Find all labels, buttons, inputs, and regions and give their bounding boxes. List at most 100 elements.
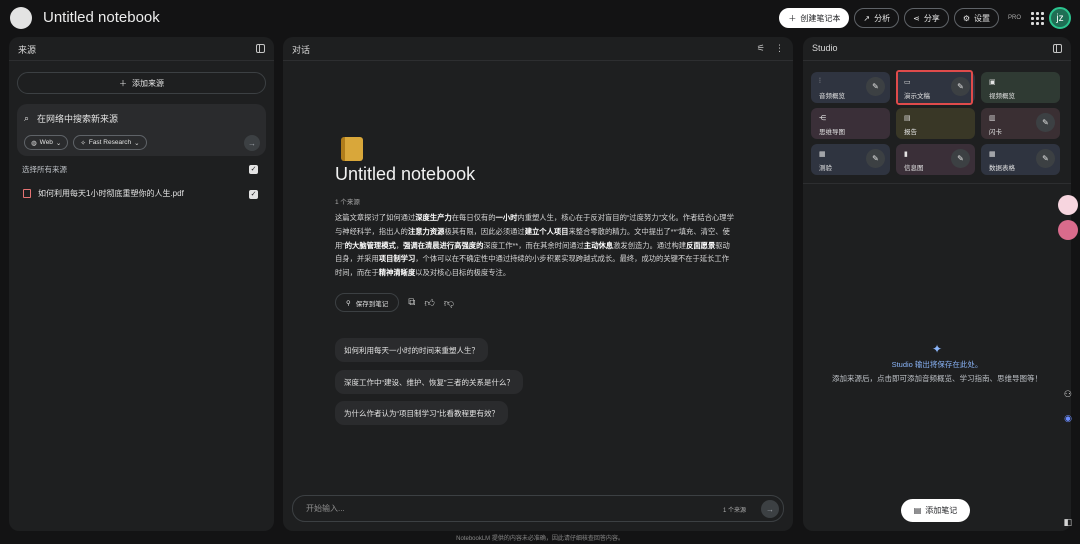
search-input[interactable]: 在网络中搜索新来源 [37,112,118,125]
suggested-question[interactable]: 深度工作中“建设、维护、恢复”三者的关系是什么？ [335,370,523,394]
top-bar: Untitled notebook ＋ 创建笔记本 ↗ 分析 ⋖ 分享 ⚙ 设置… [0,0,1080,36]
suggested-question[interactable]: 如何利用每天一小时的时间来重塑人生？ [335,338,488,362]
edit-pencil-icon[interactable]: ✎ [951,149,970,168]
avatar[interactable]: jz [1049,7,1071,29]
pdf-icon [23,189,31,198]
add-note-button[interactable]: ▤ 添加笔记 [901,499,970,522]
studio-tile[interactable]: ▮ 信息图 ✎ [896,144,975,175]
edit-pencil-icon[interactable]: ✎ [866,77,885,96]
studio-tile[interactable]: ⋲ 思维导图 [811,108,890,139]
pin-icon: ⚲ [346,299,351,307]
studio-tile-label: 报告 [904,129,917,136]
sources-panel: 来源 ＋ 添加来源 ⌕ 在网络中搜索新来源 ◍ Web ⌄ ✧ Fast Res… [9,37,274,531]
notebooklm-logo-icon[interactable] [10,7,32,29]
add-source-label: 添加来源 [132,78,164,88]
chevron-down-icon: ⌄ [134,139,140,147]
thumbs-down-icon[interactable]: 👎︎ [444,297,454,309]
chat-panel: 对话 ⚟ ⋮ Untitled notebook 1 个来源 这篇文章探讨了如何… [283,37,793,531]
studio-tile[interactable]: ▣ 视频概览 [981,72,1060,103]
gear-icon: ⚙ [962,13,970,23]
notebook-heading: Untitled notebook [335,164,476,184]
flashcard-icon: ▥ [989,115,996,122]
studio-tile[interactable]: ⫶ 音频概览 ✎ [811,72,890,103]
more-vert-icon[interactable]: ⋮ [775,43,784,54]
notebook-summary: 这篇文章探讨了如何通过深度生产力在每日仅有的一小时内重塑人生，核心在于反对盲目的… [335,213,734,278]
select-all-checkbox[interactable]: ✓ [249,165,258,174]
waveform-icon: ⫶ [819,78,821,85]
edit-pencil-icon[interactable]: ✎ [866,149,885,168]
sources-title: 来源 [18,45,37,55]
copy-icon[interactable]: ⧉ [408,297,415,308]
source-item[interactable]: 如何利用每天1小时彻底重塑你的人生.pdf [23,188,184,199]
chevron-down-icon: ⌄ [55,139,62,147]
chat-input-placeholder: 开始输入... [306,504,345,513]
divider [803,183,1071,184]
studio-panel: Studio ⫶ 音频概览 ✎ ▭ 演示文稿 ✎ ▣ 视频概览 ⋲ 思维导图 ▤ 报告 ▥ 闪卡 ✎ ▦ 测验 ✎… [803,37,1071,531]
research-icon: ✧ [80,139,86,147]
floating-assistant-icon[interactable] [1058,220,1078,240]
source-count: 1 个来源 [335,199,360,206]
studio-tile[interactable]: ▦ 测验 ✎ [811,144,890,175]
mindmap-icon: ⋲ [819,115,826,122]
trend-icon: ↗ [863,13,871,23]
infographic-icon: ▮ [904,151,908,158]
studio-tile-label: 测验 [819,165,832,172]
submit-search-button[interactable]: → [244,135,260,151]
source-checkbox[interactable]: ✓ [249,190,258,199]
share-label: 分享 [923,13,940,23]
edit-pencil-icon[interactable]: ✎ [1036,149,1055,168]
sources-header: 来源 [9,37,274,61]
studio-tile[interactable]: ▤ 报告 [896,108,975,139]
studio-tile[interactable]: ▦ 数据表格 ✎ [981,144,1060,175]
report-icon: ▤ [904,115,911,122]
highlight-box [896,70,973,105]
translate-icon[interactable]: ⚇ [1064,389,1072,400]
collapse-panel-icon[interactable] [1053,44,1062,53]
suggested-question[interactable]: 为什么作者认为“项目制学习”比看教程更有效？ [335,401,508,425]
edit-pencil-icon[interactable]: ✎ [1036,113,1055,132]
chat-header: 对话 ⚟ ⋮ [283,37,793,61]
research-chip-label: Fast Research [88,139,132,146]
chat-title: 对话 [292,45,311,55]
share-button[interactable]: ⋖ 分享 [904,8,949,28]
source-search-box: ⌕ 在网络中搜索新来源 ◍ Web ⌄ ✧ Fast Research ⌄ → [17,104,266,156]
collapse-panel-icon[interactable] [256,44,265,53]
studio-title: Studio [812,43,838,53]
analytics-button[interactable]: ↗ 分析 [854,8,900,28]
note-icon: ▤ [913,506,922,515]
notebook-title[interactable]: Untitled notebook [43,9,160,26]
add-source-button[interactable]: ＋ 添加来源 [17,72,266,94]
web-dropdown[interactable]: ◍ Web ⌄ [24,135,69,150]
save-note-label: 保存到笔记 [355,300,389,308]
chat-bot-icon[interactable]: ◧ [1063,517,1072,528]
create-notebook-button[interactable]: ＋ 创建笔记本 [779,8,850,28]
chat-input[interactable]: 开始输入... 1 个来源 → [292,495,784,522]
studio-tile-label: 数据表格 [989,165,1015,172]
thumbs-up-icon[interactable]: 👍︎ [424,297,434,309]
settings-button[interactable]: ⚙ 设置 [953,8,999,28]
studio-tile[interactable]: ▥ 闪卡 ✎ [981,108,1060,139]
studio-tile-label: 闪卡 [989,129,1002,136]
select-all-label: 选择所有来源 [22,165,67,174]
table-icon: ▦ [989,151,996,158]
assistant-bot-icon[interactable]: ◉ [1064,413,1072,424]
magic-wand-icon: ✦ [932,342,943,356]
video-icon: ▣ [989,79,996,86]
create-notebook-label: 创建笔记本 [800,13,841,23]
search-icon: ⌕ [24,113,30,123]
research-mode-dropdown[interactable]: ✧ Fast Research ⌄ [73,135,147,150]
save-to-note-button[interactable]: ⚲ 保存到笔记 [335,293,400,312]
studio-tile-label: 音频概览 [819,93,845,100]
disclaimer-footer: NotebookLM 提供的内容未必准确，因此请仔细核查回答内容。 [456,536,624,542]
studio-header: Studio [803,37,1071,61]
studio-empty-subtitle: 添加来源后，点击即可添加音频概览、学习指南、思维导图等！ [832,374,1042,383]
apps-grid-icon[interactable] [1030,11,1044,25]
tune-icon[interactable]: ⚟ [757,43,765,54]
send-button[interactable]: → [761,500,779,518]
top-actions: ＋ 创建笔记本 ↗ 分析 ⋖ 分享 ⚙ 设置 PRO jz [779,7,1071,29]
floating-avatar-icon[interactable] [1058,195,1078,215]
pro-badge: PRO [1007,15,1021,21]
analytics-label: 分析 [874,13,891,23]
studio-tile-label: 思维导图 [819,129,845,136]
plus-icon: ＋ [788,13,797,23]
